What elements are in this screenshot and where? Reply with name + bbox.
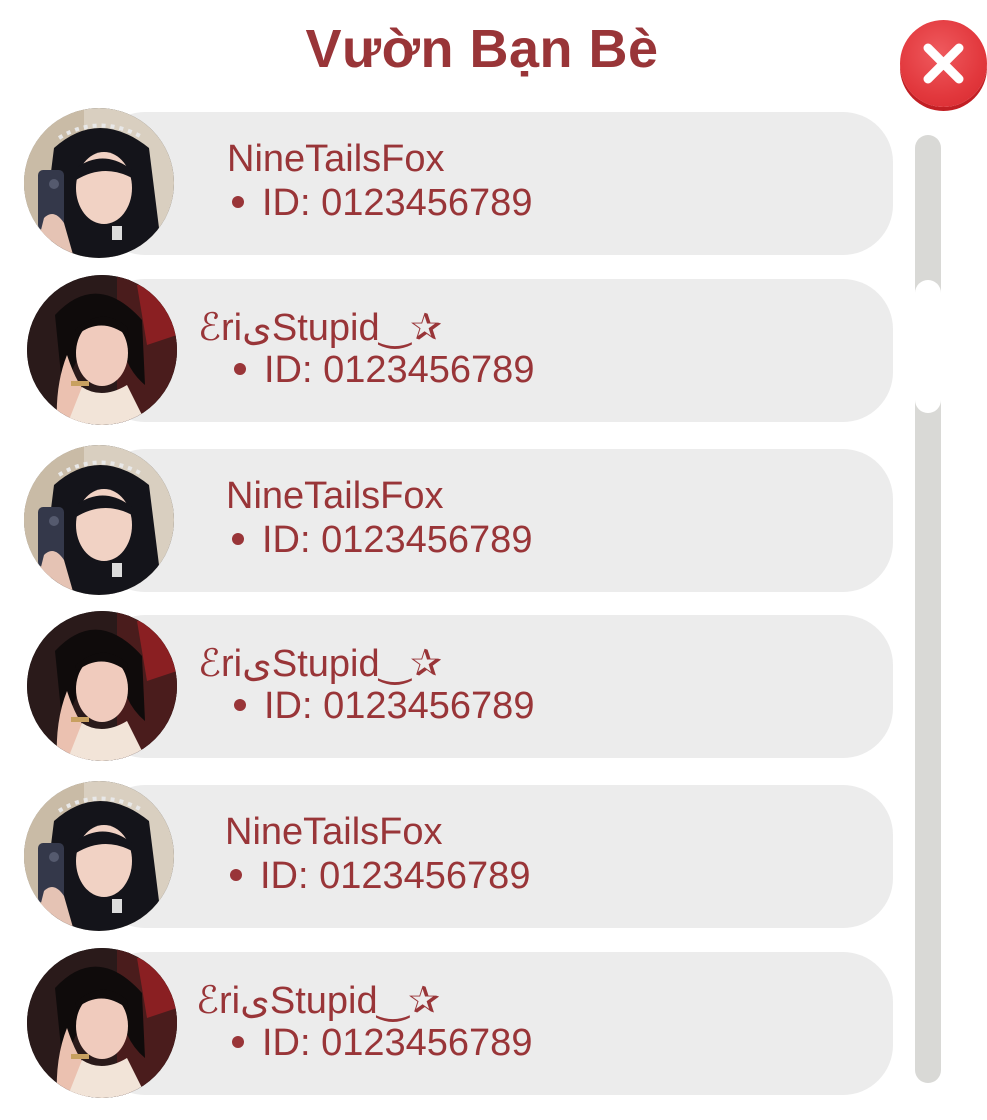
friend-row[interactable]: NineTailsFox ID: 0123456789: [20, 445, 894, 595]
friend-name: NineTailsFox: [225, 811, 443, 853]
scrollbar-track[interactable]: [915, 135, 941, 1083]
avatar[interactable]: [27, 948, 177, 1098]
friend-row[interactable]: ℰriیStupid‿✰ ID: 0123456789: [20, 948, 894, 1098]
friend-list: NineTailsFox ID: 0123456789 ℰriیStupid‿✰…: [0, 0, 900, 1120]
scrollbar-thumb[interactable]: [915, 280, 941, 413]
avatar[interactable]: [24, 445, 174, 595]
close-icon: [923, 43, 964, 84]
bullet-icon: [234, 698, 246, 711]
friend-id: ID: 0123456789: [232, 1022, 532, 1065]
friend-name: ℰriیStupid‿✰: [198, 643, 442, 685]
bullet-icon: [234, 362, 246, 375]
bullet-icon: [232, 195, 244, 208]
friend-row[interactable]: NineTailsFox ID: 0123456789: [20, 781, 894, 931]
friend-id: ID: 0123456789: [230, 855, 530, 898]
friend-name: NineTailsFox: [227, 138, 445, 180]
bullet-icon: [230, 868, 242, 881]
avatar[interactable]: [24, 108, 174, 258]
friend-id: ID: 0123456789: [232, 182, 532, 225]
bullet-icon: [232, 1035, 244, 1048]
avatar[interactable]: [24, 781, 174, 931]
avatar[interactable]: [27, 611, 177, 761]
friend-name: ℰriیStupid‿✰: [198, 307, 442, 349]
close-button[interactable]: [900, 20, 987, 107]
friend-garden-panel: Vườn Bạn Bè NineTailsFox ID: 0123456789 …: [0, 0, 987, 1120]
friend-name: ℰriیStupid‿✰: [196, 980, 440, 1022]
friend-row[interactable]: ℰriیStupid‿✰ ID: 0123456789: [20, 275, 894, 425]
bullet-icon: [232, 532, 244, 545]
avatar[interactable]: [27, 275, 177, 425]
friend-id: ID: 0123456789: [234, 685, 534, 728]
friend-name: NineTailsFox: [226, 475, 444, 517]
friend-row[interactable]: NineTailsFox ID: 0123456789: [20, 108, 894, 258]
friend-row[interactable]: ℰriیStupid‿✰ ID: 0123456789: [20, 611, 894, 761]
friend-id: ID: 0123456789: [232, 519, 532, 562]
friend-id: ID: 0123456789: [234, 349, 534, 392]
